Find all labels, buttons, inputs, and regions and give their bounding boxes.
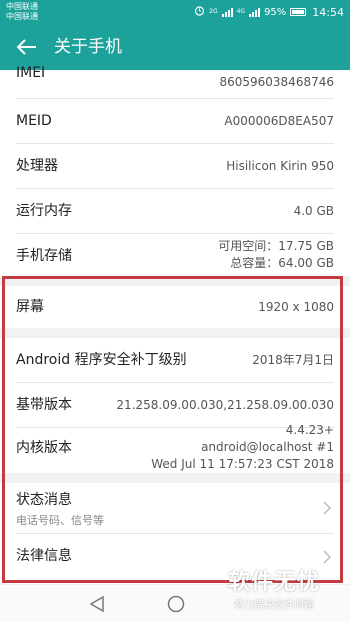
- row-screen: 屏幕 1920 x 1080: [0, 286, 350, 328]
- row-baseband: 基带版本 21.258.09.00.030,21.258.09.00.030: [0, 383, 350, 427]
- circle-home-icon[interactable]: [166, 594, 186, 614]
- status-info-label: 状态消息: [16, 492, 72, 508]
- row-security-patch: Android 程序安全补丁级别 2018年7月1日: [0, 338, 350, 382]
- carrier-2: 中国联通: [6, 12, 38, 21]
- back-button[interactable]: [14, 34, 40, 60]
- screen-value: 1920 x 1080: [258, 300, 334, 314]
- baseband-value: 21.258.09.00.030,21.258.09.00.030: [116, 398, 334, 412]
- kernel-label: 内核版本: [16, 440, 72, 456]
- network-type-2: 4G: [236, 8, 246, 15]
- row-kernel: 内核版本 4.4.23+ android@localhost #1 Wed Ju…: [0, 423, 350, 478]
- section-gap: [0, 328, 350, 338]
- processor-label: 处理器: [16, 158, 58, 174]
- kernel-build-date: Wed Jul 11 17:57:23 CST 2018: [151, 457, 334, 471]
- ram-label: 运行内存: [16, 203, 72, 219]
- screen-label: 屏幕: [16, 299, 44, 315]
- storage-label: 手机存储: [16, 248, 72, 264]
- row-processor: 处理器 Hisilicon Kirin 950: [0, 144, 350, 188]
- baseband-label: 基带版本: [16, 397, 72, 413]
- watermark-subtitle: 努力解决软件问题: [234, 600, 314, 611]
- row-ram: 运行内存 4.0 GB: [0, 189, 350, 233]
- row-imei: IMEI 860596038468746: [0, 65, 350, 98]
- battery-percent: 95%: [264, 6, 287, 18]
- carrier-info: 中国联通 中国联通: [6, 2, 38, 22]
- signal-icon-1: [221, 7, 233, 17]
- section-gap: [0, 473, 350, 483]
- watermark-title: 软件无忧: [228, 570, 321, 595]
- imei-value: 860596038468746: [219, 75, 334, 89]
- storage-total: 总容量：64.00 GB: [230, 256, 334, 270]
- meid-label: MEID: [16, 113, 52, 129]
- chevron-right-icon: [323, 501, 332, 515]
- row-status-info[interactable]: 状态消息 电话号码、信号等: [0, 483, 350, 533]
- carrier-1: 中国联通: [6, 2, 38, 11]
- status-info-subtitle: 电话号码、信号等: [16, 514, 104, 527]
- network-type-1: 2G: [209, 8, 218, 15]
- battery-icon: [290, 8, 307, 16]
- arrow-left-icon: [16, 39, 36, 55]
- status-bar: 中国联通 中国联通 2G 4G 95% 14:54: [0, 0, 350, 24]
- kernel-version: 4.4.23+: [285, 423, 334, 437]
- row-meid: MEID A000006D8EA507: [0, 99, 350, 143]
- page-title: 关于手机: [54, 37, 122, 57]
- kernel-host: android@localhost #1: [201, 440, 334, 454]
- meid-value: A000006D8EA507: [224, 114, 334, 128]
- storage-available: 可用空间：17.75 GB: [218, 239, 334, 253]
- imei-label: IMEI: [16, 65, 46, 81]
- security-patch-label: Android 程序安全补丁级别: [16, 352, 187, 368]
- legal-label: 法律信息: [16, 548, 72, 564]
- alarm-icon: [194, 5, 205, 19]
- row-storage: 手机存储 可用空间：17.75 GB 总容量：64.00 GB: [0, 234, 350, 276]
- clock: 14:54: [312, 5, 344, 19]
- app-bar: 关于手机: [0, 24, 350, 70]
- status-icons: 2G 4G 95% 14:54: [194, 5, 344, 19]
- triangle-back-icon[interactable]: [88, 594, 106, 614]
- security-patch-value: 2018年7月1日: [252, 353, 334, 367]
- processor-value: Hisilicon Kirin 950: [226, 159, 334, 173]
- watermark-logo: 软件无忧 努力解决软件问题: [224, 560, 348, 618]
- section-gap: [0, 276, 350, 286]
- ram-value: 4.0 GB: [293, 204, 334, 218]
- signal-icon-2: [249, 7, 261, 17]
